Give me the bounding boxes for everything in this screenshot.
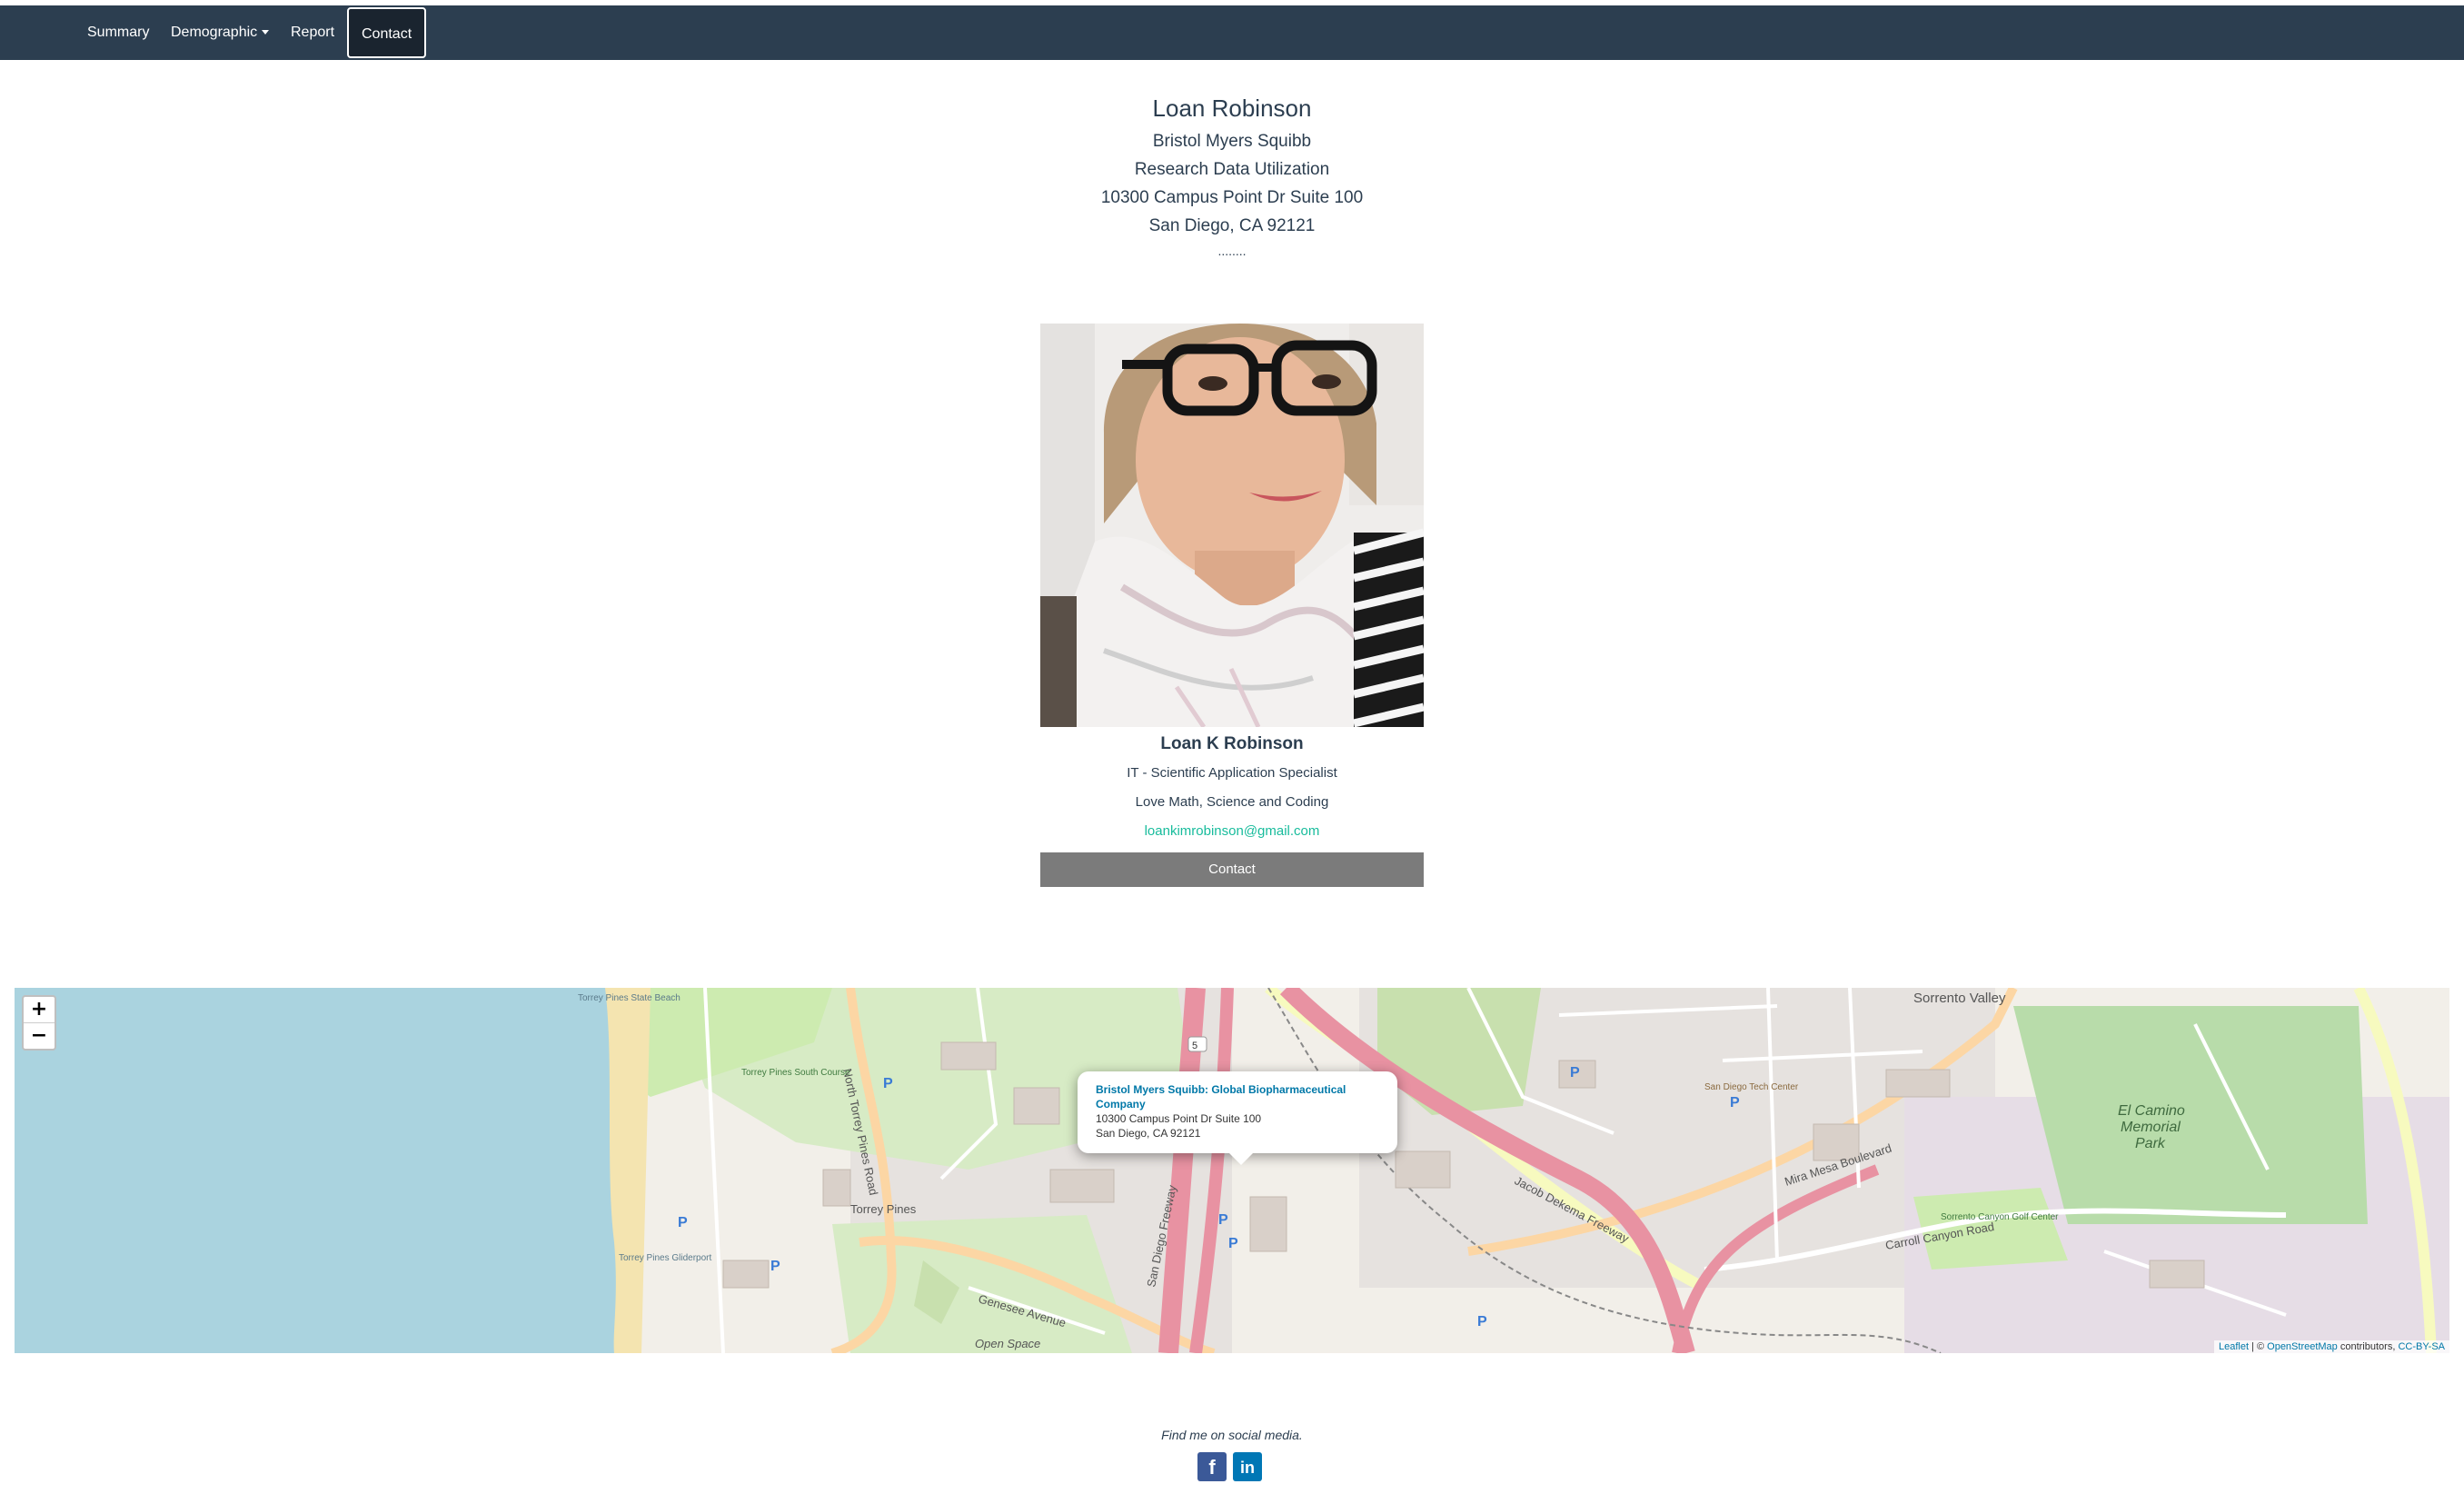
svg-text:P: P xyxy=(770,1259,780,1274)
map-label-torrey-course: Torrey Pines South Course xyxy=(741,1068,850,1078)
map-label-open-space: Open Space xyxy=(975,1337,1040,1350)
svg-text:P: P xyxy=(1228,1236,1238,1251)
facebook-glyph: f xyxy=(1208,1456,1216,1479)
header-address: 10300 Campus Point Dr Suite 100 xyxy=(1100,188,1364,207)
header-company: Bristol Myers Squibb xyxy=(1152,132,1312,151)
header-dots: ........ xyxy=(1217,244,1247,258)
nav-demographic-label: Demographic xyxy=(171,25,258,40)
card-tagline: Love Math, Science and Coding xyxy=(1135,794,1329,810)
nav-report[interactable]: Report xyxy=(291,5,334,60)
zoom-in-button[interactable]: + xyxy=(24,997,55,1022)
popup-city: San Diego, CA 92121 xyxy=(1096,1127,1201,1140)
map-label-sorrento-valley: Sorrento Valley xyxy=(1913,991,2006,1006)
popup-title[interactable]: Bristol Myers Squibb: Global Biopharmace… xyxy=(1096,1082,1379,1111)
svg-text:P: P xyxy=(1218,1212,1228,1228)
top-navbar: Summary Demographic Report Contact xyxy=(0,5,2464,60)
card-job-title: IT - Scientific Application Specialist xyxy=(1127,765,1337,781)
svg-text:P: P xyxy=(1730,1095,1740,1111)
map-label-torrey-pines: Torrey Pines xyxy=(850,1202,917,1216)
map-tiles: Torrey Pines Genesee Avenue San Diego Fr… xyxy=(15,988,2449,1353)
attribution-contrib: contributors, xyxy=(2337,1341,2399,1352)
attribution-sep: | © xyxy=(2249,1341,2268,1352)
card-email-link[interactable]: loankimrobinson@gmail.com xyxy=(1040,823,1424,839)
footer-social-text: Find me on social media. xyxy=(1161,1428,1303,1442)
caret-down-icon xyxy=(262,30,270,35)
map-label-sd-tech: San Diego Tech Center xyxy=(1704,1082,1799,1092)
map-label-sorrento-golf: Sorrento Canyon Golf Center xyxy=(1941,1212,2059,1222)
nav-summary[interactable]: Summary xyxy=(87,5,149,60)
popup-address: 10300 Campus Point Dr Suite 100 xyxy=(1096,1112,1262,1125)
route-shield-label: 5 xyxy=(1192,1041,1197,1051)
popup-tip xyxy=(1228,1152,1254,1165)
osm-link[interactable]: OpenStreetMap xyxy=(2267,1341,2338,1352)
svg-text:P: P xyxy=(1570,1065,1580,1081)
leaflet-link[interactable]: Leaflet xyxy=(2219,1341,2249,1352)
zoom-out-button[interactable]: − xyxy=(24,1022,55,1049)
zoom-control: + − xyxy=(22,995,56,1051)
map-label-el-camino: El Camino xyxy=(2118,1103,2185,1119)
svg-text:P: P xyxy=(883,1076,893,1091)
linkedin-icon[interactable]: in xyxy=(1233,1452,1262,1481)
linkedin-glyph: in xyxy=(1240,1459,1255,1477)
facebook-icon[interactable]: f xyxy=(1197,1452,1227,1481)
nav-demographic[interactable]: Demographic xyxy=(171,5,270,60)
contact-button[interactable]: Contact xyxy=(1040,852,1424,887)
header-city: San Diego, CA 92121 xyxy=(1148,216,1316,235)
map-attribution: Leaflet | © OpenStreetMap contributors, … xyxy=(2213,1340,2449,1353)
location-map[interactable]: Torrey Pines Genesee Avenue San Diego Fr… xyxy=(15,988,2449,1353)
header-department: Research Data Utilization xyxy=(1134,160,1330,179)
license-link[interactable]: CC-BY-SA xyxy=(2398,1341,2445,1352)
card-full-name: Loan K Robinson xyxy=(1160,734,1304,753)
header-name: Loan Robinson xyxy=(1152,95,1312,122)
map-label-torrey-beach: Torrey Pines State Beach xyxy=(578,993,681,1003)
map-label-gliderport: Torrey Pines Gliderport xyxy=(619,1253,711,1263)
map-label-park: Park xyxy=(2135,1136,2166,1151)
map-label-memorial: Memorial xyxy=(2121,1120,2181,1135)
map-popup: Bristol Myers Squibb: Global Biopharmace… xyxy=(1078,1071,1397,1153)
svg-text:P: P xyxy=(678,1215,688,1230)
nav-contact[interactable]: Contact xyxy=(347,7,427,58)
svg-text:P: P xyxy=(1477,1314,1487,1330)
profile-photo xyxy=(1040,324,1424,727)
